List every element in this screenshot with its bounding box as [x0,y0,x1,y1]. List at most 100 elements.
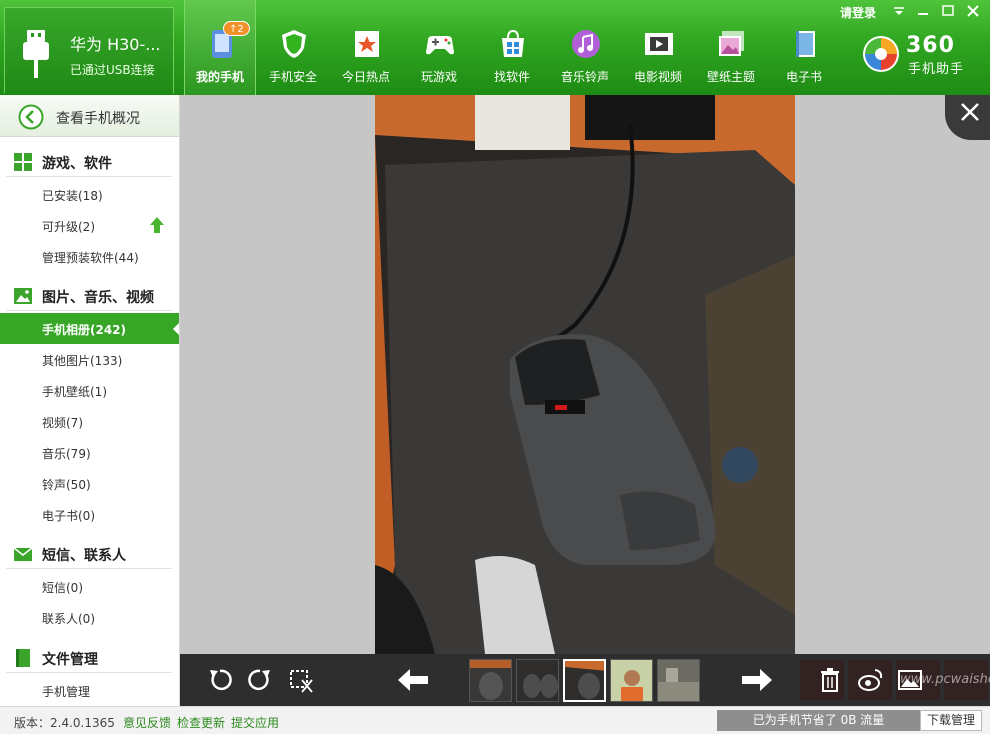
sidebar-item-label: 手机相册(242) [42,323,127,337]
picture-icon [14,288,32,304]
app-store-icon [502,29,524,57]
film-icon [645,33,673,55]
360-logo-icon [863,36,899,72]
sidebar-item-music[interactable]: 音乐(79) [0,437,179,468]
envelope-icon [14,547,32,561]
minimize-icon[interactable] [912,2,934,20]
nav-label: 玩游戏 [420,70,457,84]
download-manager-button[interactable]: 下载管理 [920,710,982,731]
maximize-icon[interactable] [937,2,959,20]
sidebar-item-label: 管理预装软件(44) [42,251,139,265]
rotate-right-icon[interactable] [246,666,274,694]
section-file-management: 文件管理 [6,643,172,673]
section-games-software: 游戏、软件 [6,147,172,177]
close-icon [961,103,979,121]
grid-apps-icon [14,153,32,171]
feedback-link[interactable]: 意见反馈 [123,714,171,731]
section-title: 短信、联系人 [42,548,126,564]
sidebar-item-label: 短信(0) [42,581,83,595]
brand-name: 360 [906,33,955,58]
sidebar-item-phone-files[interactable]: 手机管理 [0,675,179,706]
overview-label: 查看手机概况 [56,111,140,127]
section-title: 图片、音乐、视频 [42,290,154,306]
nav-phone-security[interactable]: 手机安全 [257,0,329,95]
sidebar-item-ringtones[interactable]: 铃声(50) [0,468,179,499]
sidebar-item-label: 联系人(0) [42,612,95,626]
submit-app-link[interactable]: 提交应用 [231,714,279,731]
nav-label: 我的手机 [195,70,244,84]
sidebar-item-label: 铃声(50) [42,478,91,492]
shield-icon [282,30,306,58]
nav-ebooks[interactable]: 电子书 [768,0,840,95]
sidebar-item-wallpapers[interactable]: 手机壁纸(1) [0,375,179,406]
nav-label: 音乐铃声 [560,70,609,84]
next-arrow-icon[interactable] [740,666,774,694]
nav-label: 手机安全 [268,70,317,84]
usb-icon [23,30,49,78]
rotate-left-icon[interactable] [206,666,234,694]
section-title: 游戏、软件 [42,156,112,172]
nav-music-ringtones[interactable]: 音乐铃声 [549,0,621,95]
delete-trash-icon[interactable] [816,666,844,694]
nav-my-phone[interactable]: ↑2 我的手机 [184,0,256,95]
hot-star-icon [355,31,379,57]
sidebar-item-label: 电子书(0) [42,509,95,523]
music-icon [572,30,600,58]
nav-label: 找软件 [493,70,530,84]
section-title: 文件管理 [42,652,98,668]
thumbnail[interactable] [516,659,559,702]
sidebar-item-preinstalled[interactable]: 管理预装软件(44) [0,241,179,272]
nav-label: 壁纸主题 [706,70,755,84]
sidebar-item-upgradable[interactable]: 可升级(2) [0,210,179,241]
close-viewer-button[interactable] [945,95,990,140]
dropdown-menu-icon[interactable] [888,2,910,20]
wallpaper-icon [719,31,744,56]
sidebar-item-label: 其他图片(133) [42,354,123,368]
section-media: 图片、音乐、视频 [6,281,172,311]
nav-hot-news[interactable]: 今日热点 [330,0,402,95]
nav-label: 今日热点 [341,70,390,84]
nav-movies-videos[interactable]: 电影视频 [622,0,694,95]
thumbnail[interactable] [610,659,653,702]
traffic-saved-status: 已为手机节省了 0B 流量 [717,710,920,731]
sidebar-item-label: 可升级(2) [42,220,95,234]
close-window-icon[interactable] [962,2,984,20]
previous-arrow-icon[interactable] [396,666,430,694]
sidebar-item-installed[interactable]: 已安装(18) [0,179,179,210]
device-name: 华为 H30-... [70,35,161,54]
thumbnail-current[interactable] [563,659,606,702]
sidebar-item-contacts[interactable]: 联系人(0) [0,602,179,633]
selection-pointer [173,322,179,336]
sidebar-item-videos[interactable]: 视频(7) [0,406,179,437]
sidebar-item-other-pictures[interactable]: 其他图片(133) [0,344,179,375]
sidebar: 查看手机概况 游戏、软件 已安装(18) 可升级(2) 管理预装软件(44) 图… [0,95,180,706]
device-panel[interactable]: 华为 H30-... 已通过USB连接 [4,7,174,93]
sidebar-item-label: 音乐(79) [42,447,91,461]
sidebar-item-phone-album[interactable]: 手机相册(242) [0,313,179,344]
thumbnail[interactable] [657,659,700,702]
nav-label: 电影视频 [633,70,682,84]
brand-subtitle: 手机助手 [908,62,965,77]
sidebar-item-label: 已安装(18) [42,189,103,203]
crop-icon[interactable] [286,666,314,694]
login-link[interactable]: 请登录 [840,4,876,21]
sidebar-item-ebooks[interactable]: 电子书(0) [0,499,179,530]
book-icon [796,31,815,57]
gamepad-icon [426,36,454,55]
sidebar-item-sms[interactable]: 短信(0) [0,571,179,602]
top-bar: 华为 H30-... 已通过USB连接 ↑2 我的手机 手机安全 今日热点 玩游… [0,0,990,95]
nav-find-software[interactable]: 找软件 [476,0,548,95]
version-label: 版本：2.4.0.1365 [14,716,115,730]
nav-wallpaper-themes[interactable]: 壁纸主题 [695,0,767,95]
nav-games[interactable]: 玩游戏 [403,0,475,95]
photo-image [375,95,795,654]
status-bar: 版本：2.4.0.1365 意见反馈 检查更新 提交应用 已为手机节省了 0B … [0,706,990,734]
weibo-share-icon[interactable] [856,666,884,694]
sidebar-item-label: 手机管理 [42,685,91,699]
check-update-link[interactable]: 检查更新 [177,714,225,731]
thumbnail[interactable] [469,659,512,702]
phone-overview-button[interactable]: 查看手机概况 [0,95,179,137]
watermark-url: www.pcwaishe.cn [900,672,990,687]
section-sms-contacts: 短信、联系人 [6,539,172,569]
sidebar-item-label: 视频(7) [42,416,83,430]
